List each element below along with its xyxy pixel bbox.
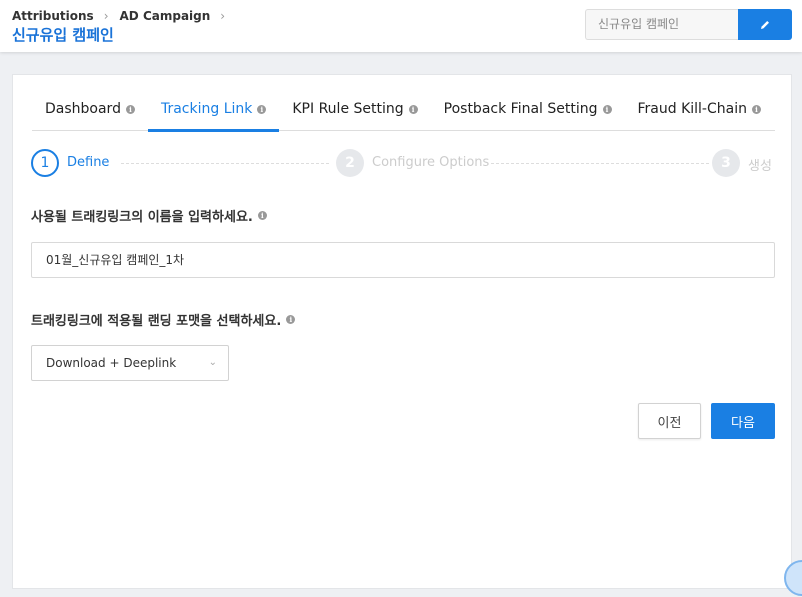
step-connector	[491, 163, 709, 164]
pencil-icon	[761, 20, 769, 29]
breadcrumb-attributions[interactable]: Attributions	[12, 9, 94, 23]
breadcrumb-ad-campaign[interactable]: AD Campaign	[120, 9, 211, 23]
tracking-link-name-input[interactable]: 01월_신규유입 캠페인_1차	[31, 242, 775, 278]
info-icon: i	[286, 315, 296, 324]
step-connector	[121, 163, 329, 164]
tab-label: KPI Rule Setting	[292, 101, 404, 117]
stepper: 1 Define 2 Configure Options 3 생성	[31, 149, 775, 179]
info-icon: i	[125, 105, 135, 114]
breadcrumb-separator-icon: ›	[103, 9, 109, 23]
tab-dashboard[interactable]: Dashboard i	[32, 95, 148, 131]
tab-label: Postback Final Setting	[443, 101, 598, 117]
landing-format-label: 트래킹링크에 적용될 랜딩 포맷을 선택하세요. i	[31, 310, 296, 329]
page-title: 신규유입 캠페인	[12, 26, 114, 44]
tab-label: Tracking Link	[160, 101, 253, 117]
breadcrumb: Attributions › AD Campaign ›	[12, 9, 236, 23]
tab-fraud-kill-chain[interactable]: Fraud Kill-Chain i	[625, 95, 774, 131]
tab-kpi-rule-setting[interactable]: KPI Rule Setting i	[279, 95, 430, 131]
tab-label: Dashboard	[45, 101, 121, 117]
landing-format-select[interactable]: Download + Deeplink ⌄	[31, 345, 229, 381]
step-1-label: Define	[67, 155, 110, 170]
info-icon: i	[751, 105, 761, 114]
step-3-circle: 3	[712, 149, 740, 177]
step-1-circle: 1	[31, 149, 59, 177]
previous-button[interactable]: 이전	[638, 403, 701, 439]
question-text: 트래킹링크에 적용될 랜딩 포맷을 선택하세요.	[31, 314, 282, 329]
select-value: Download + Deeplink	[46, 356, 177, 370]
main-card: Dashboard i Tracking Link i KPI Rule Set…	[12, 74, 792, 589]
info-icon: i	[408, 105, 418, 114]
info-icon: i	[602, 105, 612, 114]
step-2-circle: 2	[336, 149, 364, 177]
campaign-name-field[interactable]: 신규유입 캠페인	[585, 9, 740, 40]
step-2-label: Configure Options	[372, 155, 490, 170]
breadcrumb-separator-icon: ›	[220, 9, 226, 23]
tab-tracking-link[interactable]: Tracking Link i	[147, 95, 280, 132]
tab-postback-final-setting[interactable]: Postback Final Setting i	[431, 95, 625, 131]
page-header: Attributions › AD Campaign › 신규유입 캠페인 신규…	[0, 0, 802, 52]
step-3-label: 생성	[748, 159, 772, 174]
chevron-down-icon: ⌄	[208, 357, 217, 368]
tab-label: Fraud Kill-Chain	[637, 101, 747, 117]
next-button[interactable]: 다음	[711, 403, 775, 439]
question-text: 사용될 트래킹링크의 이름을 입력하세요.	[31, 210, 253, 225]
info-icon: i	[257, 105, 267, 114]
tracking-link-name-label: 사용될 트래킹링크의 이름을 입력하세요. i	[31, 206, 267, 225]
tab-bar: Dashboard i Tracking Link i KPI Rule Set…	[32, 95, 775, 132]
info-icon: i	[257, 211, 267, 220]
edit-button[interactable]	[738, 9, 792, 40]
